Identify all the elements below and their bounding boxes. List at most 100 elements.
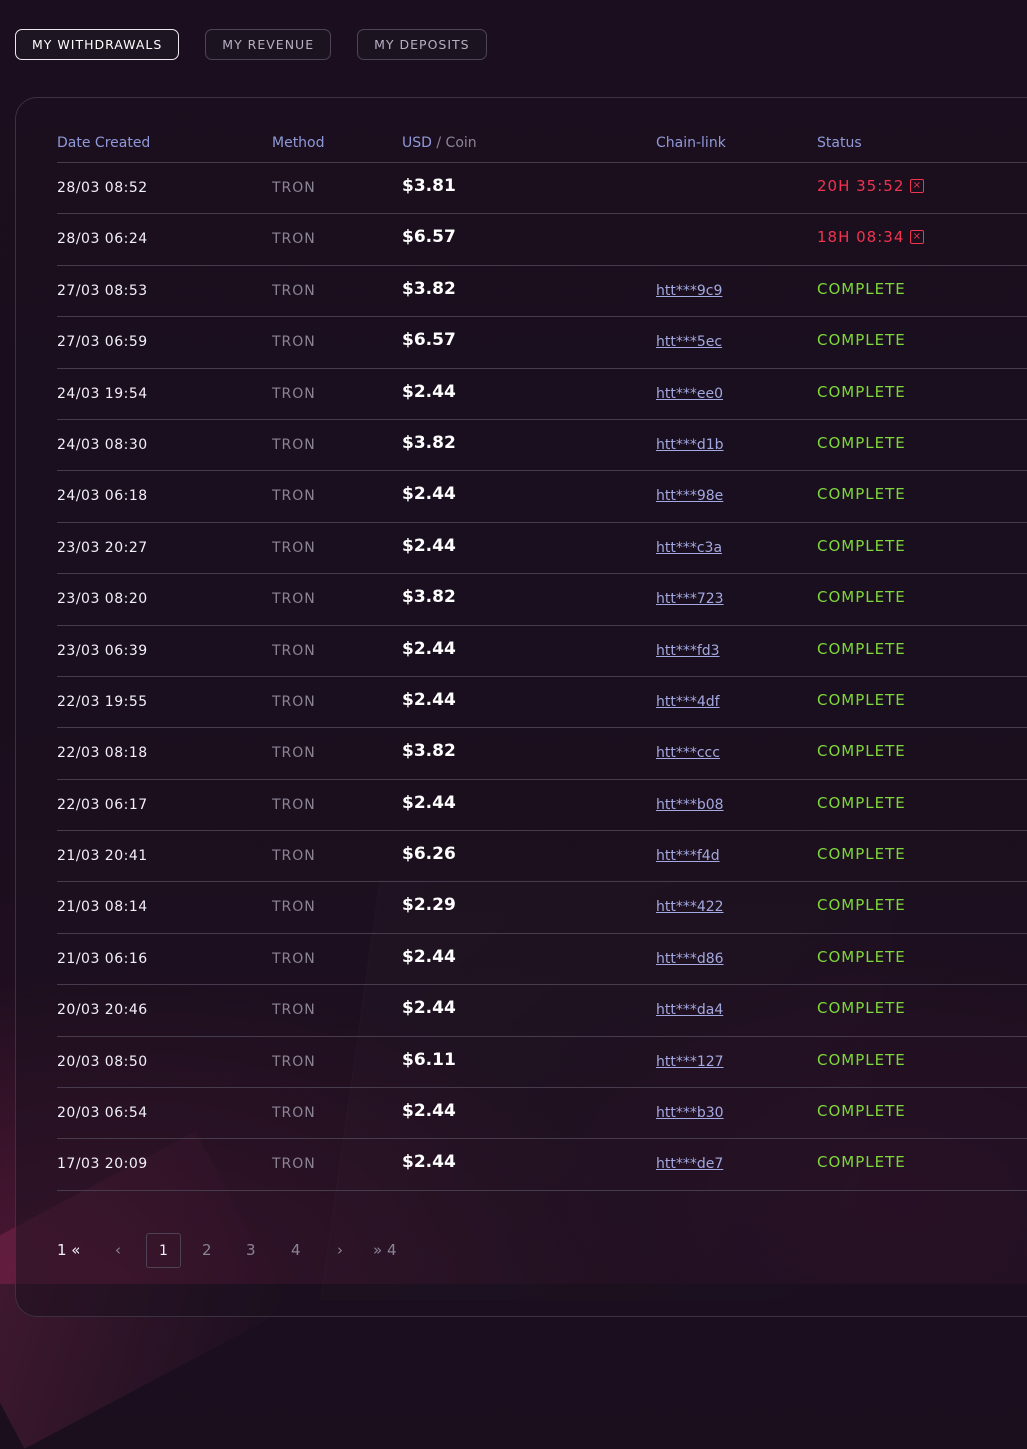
last-page-button[interactable]: » 4 [373, 1233, 397, 1268]
page-4-button[interactable]: 4 [291, 1233, 301, 1268]
method-cell: TRON [272, 436, 316, 453]
header-separator: / [431, 135, 446, 151]
status-cell: COMPLETE [817, 1051, 906, 1069]
table-row: 24/03 19:54 TRON $2.44 htt***ee0 COMPLETE [57, 369, 1027, 420]
date-created-cell: 28/03 08:52 [57, 180, 148, 196]
table-row: 28/03 08:52 TRON $3.81 20H 35:52 × [57, 163, 1027, 215]
usd-amount-cell: $3.81 [402, 176, 456, 196]
page-1-button[interactable]: 1 [146, 1233, 181, 1268]
chain-link[interactable]: htt***723 [656, 591, 724, 607]
date-created-cell: 22/03 08:18 [57, 745, 148, 762]
chain-link[interactable]: htt***de7 [656, 1156, 723, 1172]
date-created-cell: 22/03 06:17 [57, 796, 148, 813]
usd-amount-cell: $3.82 [402, 587, 456, 608]
usd-amount-cell: $2.44 [402, 1101, 456, 1122]
method-cell: TRON [272, 385, 316, 402]
status-complete-label: COMPLETE [817, 331, 906, 350]
status-complete-label: COMPLETE [817, 433, 906, 452]
date-created-cell: 23/03 08:20 [57, 591, 148, 608]
chain-link[interactable]: htt***fd3 [656, 643, 720, 659]
chain-link[interactable]: htt***f4d [656, 848, 720, 864]
status-cell: COMPLETE [817, 1153, 906, 1171]
chain-link[interactable]: htt***ccc [656, 745, 720, 761]
chain-link[interactable]: htt***d86 [656, 951, 724, 967]
date-created-cell: 20/03 08:50 [57, 1053, 148, 1070]
table-row: 27/03 08:53 TRON $3.82 htt***9c9 COMPLETE [57, 266, 1027, 318]
cancel-withdrawal-icon[interactable]: × [910, 230, 925, 245]
date-created-cell: 28/03 06:24 [57, 231, 148, 248]
date-created-cell: 24/03 08:30 [57, 436, 148, 453]
status-complete-label: COMPLETE [817, 742, 906, 761]
table-row: 23/03 20:27 TRON $2.44 htt***c3a COMPLETE [57, 523, 1027, 575]
chain-link[interactable]: htt***127 [656, 1054, 724, 1070]
table-row: 21/03 20:41 TRON $6.26 htt***f4d COMPLETE [57, 831, 1027, 883]
tab-my-revenue[interactable]: MY REVENUE [205, 29, 332, 60]
usd-amount-cell: $2.44 [402, 998, 456, 1019]
chain-link[interactable]: htt***ee0 [656, 386, 723, 402]
header-usd: USD [402, 135, 432, 151]
header-method[interactable]: Method [272, 135, 325, 151]
header-usd-coin[interactable]: USD / Coin [402, 135, 477, 151]
chain-link[interactable]: htt***9c9 [656, 283, 722, 299]
table-row: 23/03 06:39 TRON $2.44 htt***fd3 COMPLETE [57, 626, 1027, 677]
header-chain-link[interactable]: Chain-link [656, 135, 726, 151]
status-cell: COMPLETE [817, 537, 906, 555]
method-cell: TRON [272, 591, 316, 608]
usd-amount-cell: $3.82 [402, 432, 456, 453]
tab-bar: MY WITHDRAWALS MY REVENUE MY DEPOSITS [15, 29, 487, 60]
tab-my-withdrawals[interactable]: MY WITHDRAWALS [15, 29, 180, 60]
usd-amount-cell: $2.44 [402, 792, 456, 813]
status-complete-label: COMPLETE [817, 999, 906, 1018]
header-status[interactable]: Status [817, 135, 862, 151]
status-cell: COMPLETE [817, 794, 906, 812]
status-complete-label: COMPLETE [817, 896, 906, 915]
status-complete-label: COMPLETE [817, 1153, 906, 1172]
page-3-button[interactable]: 3 [246, 1233, 256, 1268]
method-cell: TRON [272, 745, 316, 762]
chain-link[interactable]: htt***422 [656, 899, 724, 915]
method-cell: TRON [272, 1002, 316, 1019]
next-page-icon[interactable]: › [337, 1233, 343, 1268]
date-created-cell: 23/03 06:39 [57, 642, 148, 659]
table-row: 21/03 06:16 TRON $2.44 htt***d86 COMPLETE [57, 934, 1027, 986]
prev-page-icon[interactable]: ‹ [115, 1233, 121, 1268]
date-created-cell: 20/03 20:46 [57, 1002, 148, 1019]
status-cell: COMPLETE [817, 588, 906, 606]
header-date-created[interactable]: Date Created [57, 135, 150, 151]
chain-link[interactable]: htt***5ec [656, 334, 722, 350]
usd-amount-cell: $2.44 [402, 381, 456, 402]
tab-my-deposits[interactable]: MY DEPOSITS [357, 29, 487, 60]
method-cell: TRON [272, 488, 316, 505]
usd-amount-cell: $2.44 [402, 484, 456, 505]
status-cell: COMPLETE [817, 280, 906, 298]
chain-link[interactable]: htt***98e [656, 488, 723, 504]
chain-link[interactable]: htt***c3a [656, 540, 722, 556]
chain-link[interactable]: htt***b08 [656, 797, 724, 813]
status-complete-label: COMPLETE [817, 382, 906, 401]
method-cell: TRON [272, 282, 316, 299]
date-created-cell: 24/03 19:54 [57, 385, 148, 402]
cancel-withdrawal-icon[interactable]: × [910, 179, 925, 193]
method-cell: TRON [272, 180, 316, 196]
status-cell: 20H 35:52 × [817, 177, 925, 195]
status-cell: 18H 08:34 × [817, 228, 925, 246]
usd-amount-cell: $2.29 [402, 895, 456, 916]
table-row: 20/03 20:46 TRON $2.44 htt***da4 COMPLETE [57, 985, 1027, 1037]
status-complete-label: COMPLETE [817, 588, 906, 607]
chain-link[interactable]: htt***d1b [656, 437, 724, 453]
status-complete-label: COMPLETE [817, 845, 906, 864]
status-cell: COMPLETE [817, 640, 906, 658]
table-row: 17/03 20:09 TRON $2.44 htt***de7 COMPLETE [57, 1139, 1027, 1191]
first-page-button[interactable]: 1 « [57, 1233, 81, 1268]
status-cell: COMPLETE [817, 999, 906, 1017]
status-cell: COMPLETE [817, 845, 906, 863]
table-row: 20/03 06:54 TRON $2.44 htt***b30 COMPLETE [57, 1088, 1027, 1140]
method-cell: TRON [272, 1156, 316, 1173]
chain-link[interactable]: htt***4df [656, 694, 720, 710]
status-complete-label: COMPLETE [817, 1050, 906, 1069]
countdown-timer: 20H 35:52 [817, 177, 905, 195]
chain-link[interactable]: htt***da4 [656, 1002, 723, 1018]
usd-amount-cell: $2.44 [402, 535, 456, 556]
page-2-button[interactable]: 2 [202, 1233, 212, 1268]
chain-link[interactable]: htt***b30 [656, 1105, 724, 1121]
